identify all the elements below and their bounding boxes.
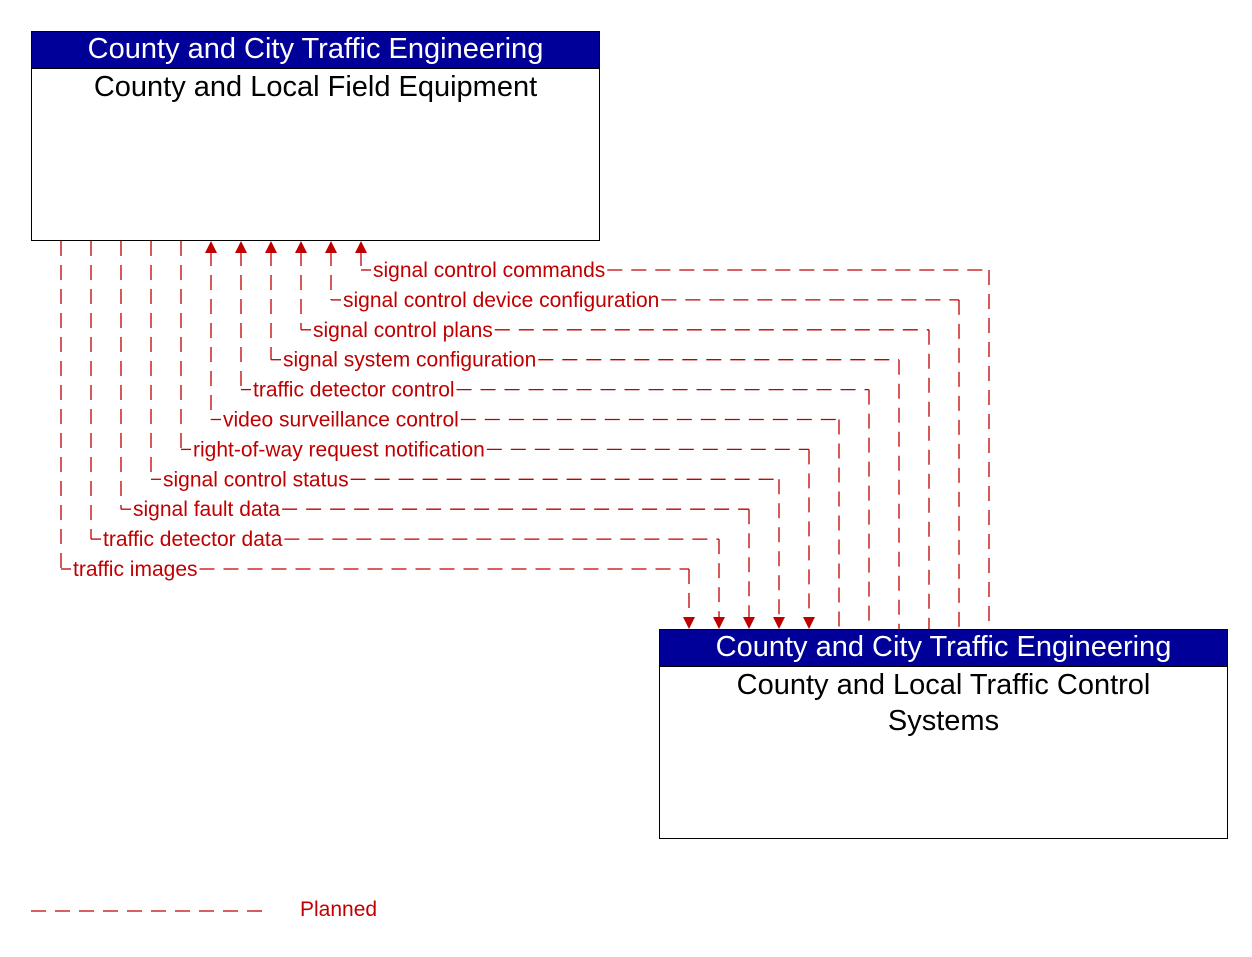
flow-label: right-of-way request notification: [193, 438, 485, 461]
arrowhead-down-icon: [713, 617, 725, 629]
flow-label: traffic detector control: [253, 379, 455, 402]
flow-label: signal control status: [163, 468, 349, 491]
flow-label: signal control device configuration: [343, 289, 659, 312]
flow-label: traffic detector data: [103, 528, 283, 551]
arrowhead-down-icon: [743, 617, 755, 629]
arrowhead-up-icon: [265, 241, 277, 253]
arrowhead-up-icon: [205, 241, 217, 253]
arrowhead-up-icon: [325, 241, 337, 253]
arrowhead-up-icon: [295, 241, 307, 253]
arrowhead-up-icon: [355, 241, 367, 253]
flow-label: signal control plans: [313, 319, 493, 342]
arrowhead-down-icon: [773, 617, 785, 629]
flow-label: video surveillance control: [223, 409, 459, 432]
arrowhead-down-icon: [803, 617, 815, 629]
flow-layer: signal control commands signal control de…: [60, 241, 990, 629]
arrowhead-up-icon: [235, 241, 247, 253]
flow-label: signal control commands: [373, 259, 605, 282]
flow-label: signal system configuration: [283, 349, 536, 372]
flow-label: signal fault data: [133, 498, 280, 521]
flow-label: traffic images: [73, 558, 198, 581]
legend-label-planned: Planned: [300, 898, 378, 921]
arrowhead-down-icon: [683, 617, 695, 629]
flow-signal-control-device-configuration[interactable]: signal control device configuration: [325, 241, 960, 629]
